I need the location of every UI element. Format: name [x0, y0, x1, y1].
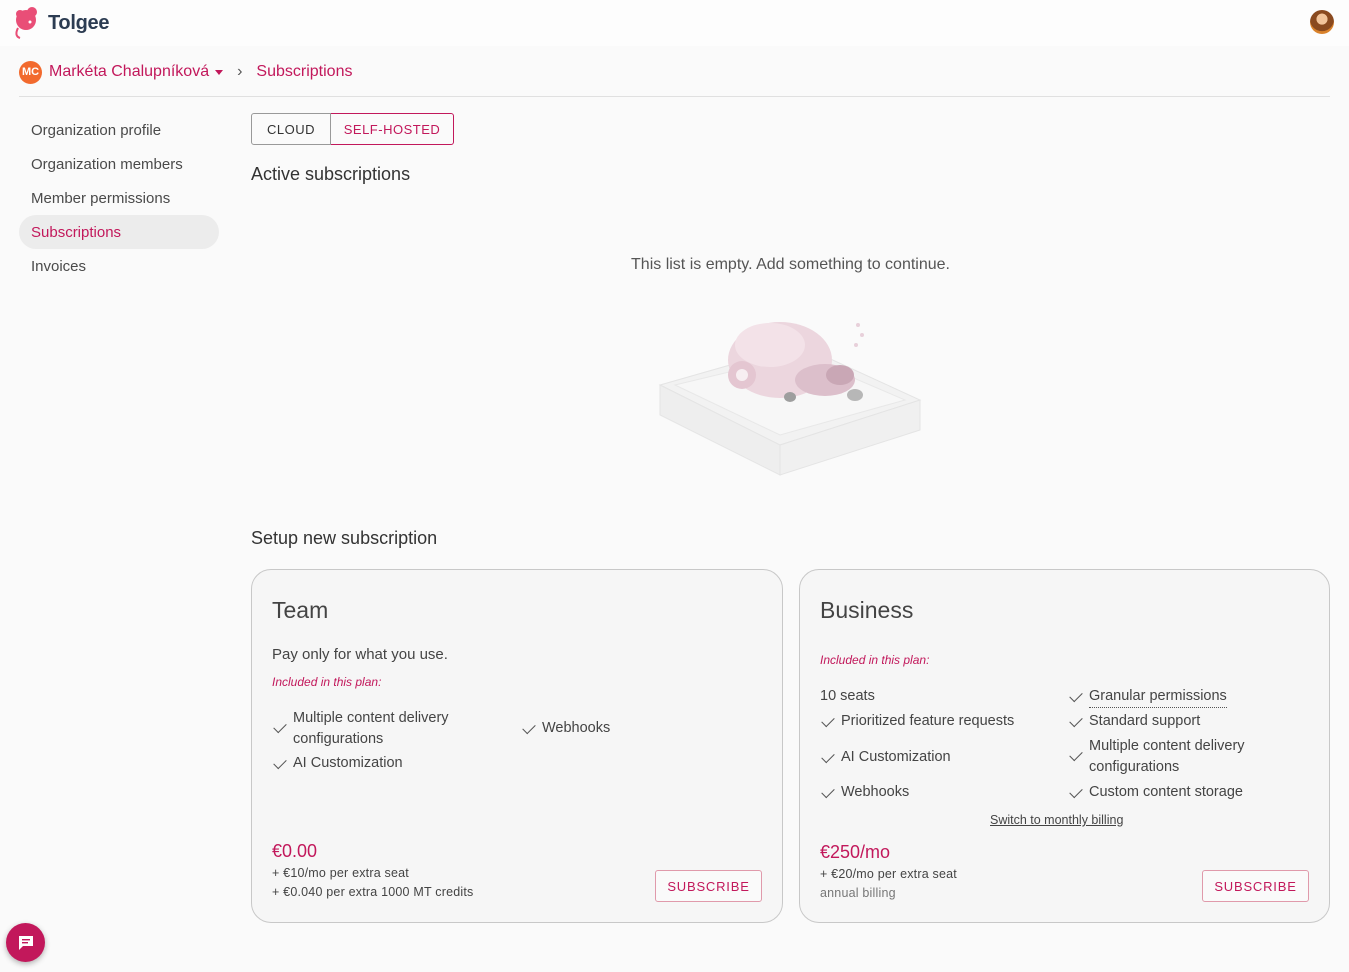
plan-card-business: Business Included in this plan: 10 seats…: [799, 569, 1330, 923]
plan-title: Business: [820, 597, 914, 623]
sidebar-item-member-permissions[interactable]: Member permissions: [19, 181, 219, 215]
sidebar-item-organization-profile[interactable]: Organization profile: [19, 113, 219, 147]
extra-seat-price: + €10/mo per extra seat: [272, 866, 409, 880]
check-icon: [821, 713, 835, 728]
active-subscriptions-heading: Active subscriptions: [251, 164, 411, 184]
setup-subscription-heading: Setup new subscription: [251, 528, 438, 548]
sidebar-item-invoices[interactable]: Invoices: [19, 249, 219, 283]
chat-icon: [18, 935, 33, 950]
top-bar: Tolgee: [0, 0, 1349, 46]
check-icon: [821, 749, 835, 764]
feature-item: Webhooks: [522, 718, 610, 739]
org-avatar: MC: [19, 60, 42, 84]
seats-count: 10 seats: [820, 688, 875, 704]
plan-price: €0.00: [272, 841, 318, 861]
check-icon: [1069, 784, 1083, 799]
app-name: Tolgee: [48, 11, 110, 34]
empty-state-illustration: [658, 322, 922, 476]
hosting-toggle: CLOUD SELF-HOSTED: [251, 113, 454, 145]
feature-item: Granular permissions: [1069, 686, 1227, 708]
header-divider: [19, 96, 1330, 97]
feature-item: Multiple content delivery configurations: [273, 708, 494, 750]
check-icon: [273, 755, 287, 770]
sidebar-item-organization-members[interactable]: Organization members: [19, 147, 219, 181]
org-switcher[interactable]: Markéta Chalupníková: [49, 63, 209, 81]
included-label: Included in this plan:: [272, 675, 382, 689]
feature-item: AI Customization: [273, 753, 403, 774]
tolgee-logo-icon: [15, 7, 37, 39]
caret-down-icon[interactable]: [215, 70, 224, 75]
check-icon: [522, 720, 536, 735]
feature-item: Custom content storage: [1069, 782, 1243, 803]
feature-item: Multiple content delivery configurations: [1069, 736, 1270, 778]
sidebar: Organization profile Organization member…: [19, 113, 219, 283]
billing-note: annual billing: [820, 886, 896, 900]
breadcrumb-separator: ›: [237, 63, 243, 80]
extra-seat-price: + €20/mo per extra seat: [820, 867, 957, 881]
empty-list-message: This list is empty. Add something to con…: [631, 256, 950, 273]
included-label: Included in this plan:: [820, 653, 930, 667]
feature-item: AI Customization: [821, 747, 951, 768]
app-logo[interactable]: Tolgee: [12, 6, 109, 40]
check-icon: [1069, 688, 1083, 703]
plan-card-team: Team Pay only for what you use. Included…: [251, 569, 783, 923]
feature-item: Webhooks: [821, 782, 909, 803]
tab-cloud[interactable]: CLOUD: [251, 113, 331, 145]
extra-credits-price: + €0.040 per extra 1000 MT credits: [272, 885, 474, 899]
subscribe-button[interactable]: SUBSCRIBE: [655, 870, 762, 902]
plan-price: €250/mo: [820, 842, 891, 862]
check-icon: [1069, 713, 1083, 728]
plan-title: Team: [272, 597, 329, 623]
check-icon: [273, 719, 287, 734]
plan-description: Pay only for what you use.: [272, 646, 448, 663]
breadcrumb-current[interactable]: Subscriptions: [256, 63, 352, 81]
feature-item: Prioritized feature requests: [821, 711, 1014, 732]
subscribe-button[interactable]: SUBSCRIBE: [1202, 870, 1309, 902]
switch-billing-link[interactable]: Switch to monthly billing: [990, 813, 1123, 827]
check-icon: [821, 784, 835, 799]
tab-self-hosted[interactable]: SELF-HOSTED: [331, 113, 454, 145]
check-icon: [1069, 747, 1083, 762]
feature-item: Standard support: [1069, 711, 1200, 732]
sidebar-item-subscriptions[interactable]: Subscriptions: [19, 215, 219, 249]
breadcrumb: MC Markéta Chalupníková › Subscriptions: [19, 60, 352, 84]
chat-button[interactable]: [6, 923, 45, 962]
user-avatar[interactable]: [1310, 10, 1334, 34]
